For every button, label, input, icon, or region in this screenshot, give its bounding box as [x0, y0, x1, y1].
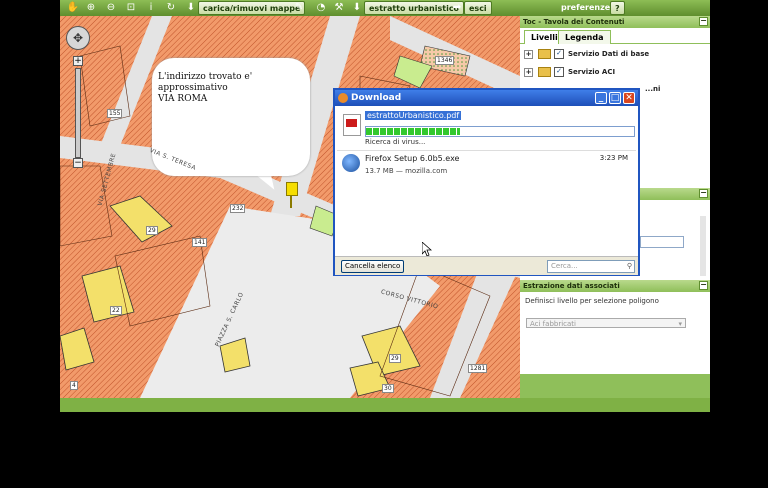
- zoom-out-icon[interactable]: ⊖: [104, 1, 118, 15]
- layer-row[interactable]: ...ni: [645, 82, 660, 96]
- close-button[interactable]: ✕: [623, 92, 635, 104]
- extraction-hint: Definisci livello per selezione poligono: [525, 297, 659, 305]
- extraction-header: Estrazione dati associati −: [520, 280, 710, 292]
- download-meta: 13.7 MB — mozilla.com: [365, 167, 448, 175]
- preferences-button[interactable]: preferenze: [557, 1, 614, 15]
- pan-compass-icon[interactable]: ✥: [66, 26, 90, 50]
- parcel-label: 141: [192, 238, 208, 247]
- layer-row[interactable]: + ✓ Servizio Dati di base: [524, 47, 649, 61]
- parcel-label: 1346: [435, 56, 455, 65]
- clear-list-button[interactable]: Cancella elenco: [341, 260, 405, 273]
- download-time: 3:23 PM: [599, 154, 628, 162]
- parcel-label: 22: [110, 306, 122, 315]
- zoom-box-icon[interactable]: ⊡: [124, 1, 138, 15]
- parcel-label: 29: [146, 226, 158, 235]
- measure-icon[interactable]: ✎: [292, 1, 306, 15]
- search-icon: ⚲: [626, 262, 632, 270]
- layer-label: Servizio Dati di base: [568, 50, 650, 58]
- pan-hand-icon[interactable]: ✋: [66, 1, 80, 15]
- info-input[interactable]: [640, 236, 684, 248]
- download-status: Ricerca di virus...: [365, 138, 426, 146]
- clock-icon[interactable]: ◔: [314, 1, 328, 15]
- exit-button[interactable]: esci: [464, 1, 492, 15]
- progress-fill: [366, 128, 460, 135]
- download-dialog: Download _ □ ✕ estrattoUrbanistico.pdf R…: [333, 88, 640, 276]
- minimize-button[interactable]: _: [595, 92, 607, 104]
- expand-icon[interactable]: +: [524, 49, 533, 59]
- dialog-title: Download: [351, 93, 402, 103]
- download-search-input[interactable]: Cerca... ⚲: [547, 260, 635, 273]
- parcel-label: 4: [70, 381, 78, 390]
- download-progress-bar: [365, 126, 635, 137]
- download-item-pdf[interactable]: estrattoUrbanistico.pdf Ricerca di virus…: [337, 108, 636, 151]
- collapse-extraction-button[interactable]: −: [699, 281, 708, 290]
- zoom-control: ✥ + −: [66, 26, 90, 176]
- status-bar: [60, 398, 710, 412]
- parcel-label: 29: [389, 354, 401, 363]
- forward-arrow-icon[interactable]: ➡: [450, 1, 464, 15]
- parcel-label: 232: [230, 204, 246, 213]
- zoom-plus-icon[interactable]: +: [73, 56, 83, 66]
- layer-checkbox[interactable]: ✓: [554, 49, 564, 59]
- parcel-label: 30: [382, 384, 394, 393]
- panel-footer: [520, 374, 710, 398]
- folder-icon: [538, 49, 551, 59]
- layer-checkbox[interactable]: ✓: [554, 67, 564, 77]
- firefox-icon: [338, 93, 348, 103]
- collapse-toc-button[interactable]: −: [699, 17, 708, 26]
- parcel-label: 1281: [468, 364, 488, 373]
- load-maps-button[interactable]: carica/rimuovi mappe: [198, 1, 306, 15]
- toc-header: Toc - Tavola dei Contenuti −: [520, 16, 710, 28]
- folder-icon: [538, 67, 551, 77]
- download-filename: Firefox Setup 6.0b5.exe: [365, 154, 460, 163]
- download-filename: estrattoUrbanistico.pdf: [365, 111, 462, 120]
- toc-title: Toc - Tavola dei Contenuti: [523, 18, 625, 26]
- extraction-title: Estrazione dati associati: [523, 282, 620, 290]
- download-icon[interactable]: ⬇: [184, 1, 198, 15]
- download-item-exe[interactable]: Firefox Setup 6.0b5.exe 13.7 MB — mozill…: [337, 150, 636, 180]
- expand-icon[interactable]: +: [524, 67, 533, 77]
- refresh-icon[interactable]: ↻: [164, 1, 178, 15]
- callout-message: L'indirizzo trovato e' approssimativo: [158, 72, 253, 93]
- zoom-slider[interactable]: [75, 68, 81, 158]
- marker-pole: [290, 194, 292, 208]
- info-scrollbar[interactable]: [700, 216, 706, 276]
- parcel-label: 155: [107, 109, 123, 118]
- tools-icon[interactable]: ⚒: [332, 1, 346, 15]
- dialog-titlebar[interactable]: Download _ □ ✕: [335, 90, 638, 106]
- maximize-button[interactable]: □: [609, 92, 621, 104]
- toc-tabs: Livelli Legenda: [520, 29, 710, 44]
- collapse-info-button[interactable]: −: [699, 189, 708, 198]
- pdf-file-icon: [343, 114, 361, 136]
- chevron-down-icon: ▾: [678, 320, 682, 328]
- location-marker-icon[interactable]: [286, 182, 298, 196]
- callout-address: VIA ROMA: [158, 94, 208, 104]
- search-placeholder: Cerca...: [551, 262, 578, 270]
- info-icon[interactable]: i: [144, 1, 158, 15]
- main-toolbar: ✋ ⊕ ⊖ ⊡ i ↻ ⬇ carica/rimuovi mappe ✎ ◔ ⚒…: [60, 0, 710, 16]
- layer-select-value: Aci fabbricati: [530, 320, 576, 328]
- tab-legenda[interactable]: Legenda: [558, 30, 611, 44]
- layer-select[interactable]: Aci fabbricati ▾: [526, 318, 686, 328]
- installer-icon: [342, 154, 360, 172]
- zoom-minus-icon[interactable]: −: [73, 158, 83, 168]
- layer-row[interactable]: + ✓ Servizio ACI: [524, 65, 615, 79]
- zoom-in-icon[interactable]: ⊕: [84, 1, 98, 15]
- layer-label: Servizio ACI: [568, 68, 616, 76]
- help-button[interactable]: ?: [610, 1, 625, 15]
- down-arrow-icon[interactable]: ⬇: [350, 1, 364, 15]
- mouse-cursor-icon: [422, 242, 432, 256]
- layer-label: ...ni: [645, 85, 661, 93]
- dialog-footer: Cancella elenco Cerca... ⚲: [335, 256, 638, 275]
